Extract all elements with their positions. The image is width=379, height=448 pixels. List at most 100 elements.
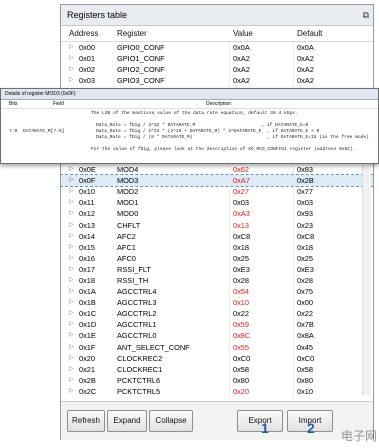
expand-arrow-icon[interactable]: ▷ — [69, 231, 74, 242]
row-address: 0x00 — [79, 43, 96, 52]
column-value[interactable]: Value — [233, 27, 253, 41]
row-register: AGCCTRL1 — [117, 320, 157, 330]
row-register: AFC1 — [117, 242, 136, 252]
row-value: 0x03 — [233, 198, 250, 208]
expand-button[interactable]: Expand — [107, 410, 147, 432]
expand-arrow-icon[interactable]: ▷ — [69, 275, 74, 286]
popup-col-field: Field — [53, 101, 64, 107]
table-row[interactable]: ▷ 0x1A AGCCTRL4 0x54 0x75 — [61, 286, 373, 297]
popup-desc-line: For the value of fDig, please look at th… — [91, 147, 356, 152]
table-row[interactable]: ▷ 0x15 AFC1 0x18 0x18 — [61, 242, 373, 253]
expand-arrow-icon[interactable]: ▷ — [69, 164, 74, 175]
expand-arrow-icon[interactable]: ▷ — [69, 197, 74, 208]
table-row[interactable]: ▷ 0x1F ANT_SELECT_CONF 0x55 0x45 — [61, 342, 373, 353]
table-row[interactable]: ▷ 0x03 GPIO3_CONF 0xA2 0xA2 — [61, 75, 373, 86]
row-default: 0x80 — [297, 375, 314, 385]
table-row[interactable]: ▷ 0x01 GPIO1_CONF 0xA2 0xA2 — [61, 53, 373, 64]
table-row[interactable]: ▷ 0x10 MOD2 0x27 0x77 — [61, 186, 373, 197]
expand-arrow-icon[interactable]: ▷ — [69, 53, 74, 64]
table-row[interactable]: ▷ 0x16 AFC0 0x25 0x25 — [61, 253, 373, 264]
row-address: 0x2C — [79, 386, 97, 396]
expand-arrow-icon[interactable]: ▷ — [69, 264, 74, 275]
expand-arrow-icon[interactable]: ▷ — [69, 208, 74, 219]
popup-header: Bits Field Description — [1, 100, 378, 109]
row-default: 0xA2 — [297, 76, 314, 86]
row-address: 0x1F — [79, 342, 96, 352]
row-address: 0x2B — [79, 375, 96, 385]
row-register: MOD0 — [117, 209, 139, 219]
row-register: AFC2 — [117, 231, 136, 241]
row-value: 0x58 — [233, 364, 250, 374]
row-value: 0xA2 — [233, 65, 250, 75]
table-row[interactable]: ▷ 0x2B PCKTCTRL6 0x80 0x80 — [61, 375, 373, 386]
row-default: 0xE3 — [297, 264, 314, 274]
table-row[interactable]: ▷ 0x14 AFC2 0xC8 0xC8 — [61, 231, 373, 242]
expand-arrow-icon[interactable]: ▷ — [69, 242, 74, 253]
refresh-button[interactable]: Refresh — [67, 410, 105, 432]
row-address: 0x1A — [79, 287, 96, 297]
column-address[interactable]: Address — [69, 27, 98, 41]
table-row[interactable]: ▷ 0x11 MOD1 0x03 0x03 — [61, 197, 373, 208]
row-default: 0x22 — [297, 309, 314, 319]
expand-arrow-icon[interactable]: ▷ — [69, 64, 74, 75]
row-register: RSSI_TH — [117, 275, 149, 285]
expand-arrow-icon[interactable]: ▷ — [69, 353, 74, 364]
table-header: Address Register Value Default — [61, 27, 373, 42]
row-value: 0x8C — [233, 331, 251, 341]
table-row[interactable]: ▷ 0x1C AGCCTRL2 0x22 0x22 — [61, 308, 373, 319]
row-value: 0xA2 — [233, 76, 250, 86]
expand-arrow-icon[interactable]: ▷ — [69, 286, 74, 297]
row-address: 0x0F — [79, 176, 96, 186]
row-value: 0x54 — [233, 287, 250, 297]
expand-arrow-icon[interactable]: ▷ — [69, 253, 74, 264]
table-row[interactable]: ▷ 0x00 GPIO0_CONF 0x0A 0x0A — [61, 42, 373, 53]
table-row[interactable]: ▷ 0x0F MOD3 0xA7 0x2B — [61, 174, 373, 188]
expand-arrow-icon[interactable]: ▷ — [69, 375, 74, 386]
table-row[interactable]: ▷ 0x1B AGCCTRL3 0x10 0x00 — [61, 297, 373, 308]
button-bar: Refresh Expand Collapse Export Import 1 … — [61, 401, 373, 440]
row-value: 0x20 — [233, 386, 250, 396]
float-window-icon[interactable]: ⧉ — [363, 5, 369, 25]
popup-equation: Data_Rate = fDig / 2^32 * DATARATE_M , i… — [96, 123, 309, 128]
expand-arrow-icon[interactable]: ▷ — [69, 186, 74, 197]
expand-arrow-icon[interactable]: ▷ — [69, 75, 74, 86]
row-default: 0x58 — [297, 364, 314, 374]
expand-arrow-icon[interactable]: ▷ — [69, 364, 74, 375]
expand-arrow-icon[interactable]: ▷ — [69, 42, 74, 53]
row-address: 0x13 — [79, 220, 96, 230]
table-row[interactable]: ▷ 0x02 GPIO2_CONF 0xA2 0xA2 — [61, 64, 373, 75]
popup-field: DATARATE_M[7:0] — [23, 129, 65, 134]
row-address: 0x11 — [79, 198, 95, 208]
row-register: AGCCTRL4 — [117, 287, 157, 297]
vertical-scrollbar[interactable] — [362, 165, 371, 395]
expand-arrow-icon[interactable]: ▷ — [69, 220, 74, 231]
expand-arrow-icon[interactable]: ▷ — [69, 319, 74, 330]
expand-arrow-icon[interactable]: ▷ — [69, 297, 74, 308]
expand-arrow-icon[interactable]: ▷ — [69, 342, 74, 353]
row-value: 0x22 — [233, 309, 250, 319]
column-register[interactable]: Register — [117, 27, 147, 41]
table-row[interactable]: ▷ 0x13 CHFLT 0x13 0x23 — [61, 220, 373, 231]
row-register: ANT_SELECT_CONF — [117, 342, 190, 352]
column-default[interactable]: Default — [297, 27, 322, 41]
export-button[interactable]: Export — [237, 410, 283, 432]
expand-arrow-icon[interactable]: ▷ — [69, 308, 74, 319]
table-row[interactable]: ▷ 0x12 MOD0 0xA3 0x93 — [61, 208, 373, 219]
table-row[interactable]: ▷ 0x1D AGCCTRL1 0x59 0x7B — [61, 319, 373, 330]
table-row[interactable]: ▷ 0x21 CLOCKREC1 0x58 0x58 — [61, 364, 373, 375]
popup-body: 7:0 DATARATE_M[7:0] The LSB of the manti… — [1, 109, 378, 159]
row-address: 0x15 — [79, 242, 96, 252]
expand-arrow-icon[interactable]: ▷ — [69, 175, 74, 186]
table-row[interactable]: ▷ 0x18 RSSI_TH 0x28 0x28 — [61, 275, 373, 286]
expand-arrow-icon[interactable]: ▷ — [69, 386, 74, 397]
table-row[interactable]: ▷ 0x20 CLOCKREC2 0xC0 0xC0 — [61, 353, 373, 364]
collapse-button[interactable]: Collapse — [149, 410, 193, 432]
row-value: 0xC8 — [233, 231, 251, 241]
row-default: 0x25 — [297, 253, 314, 263]
expand-arrow-icon[interactable]: ▷ — [69, 330, 74, 341]
table-row[interactable]: ▷ 0x1E AGCCTRL0 0x8C 0x8A — [61, 330, 373, 341]
table-row[interactable]: ▷ 0x17 RSSI_FLT 0xE3 0xE3 — [61, 264, 373, 275]
row-address: 0x18 — [79, 275, 96, 285]
table-row[interactable]: ▷ 0x2C PCKTCTRL5 0x20 0x10 — [61, 386, 373, 397]
table-row[interactable]: ▷ 0x0E MOD4 0x62 0x83 — [61, 164, 373, 175]
